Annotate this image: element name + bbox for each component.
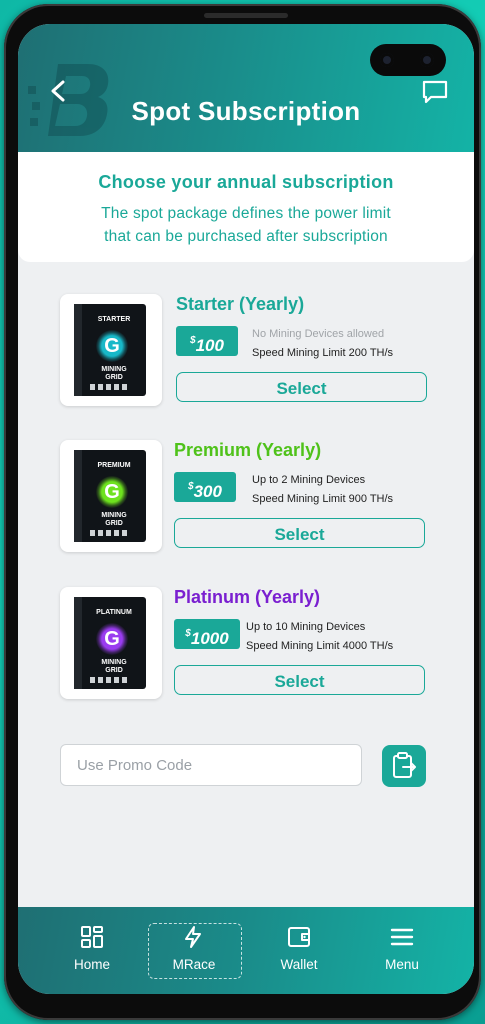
- box-brand: MINING GRID: [101, 512, 127, 527]
- bottom-navigation: Home MRace Wallet Menu: [18, 907, 474, 994]
- select-platinum-button[interactable]: Select: [174, 665, 425, 695]
- paste-promo-button[interactable]: [382, 745, 426, 787]
- menu-icon: [390, 928, 414, 946]
- app-screen: Spot Subscription Choose your annual sub…: [18, 24, 474, 994]
- starter-box: STARTER G MINING GRID: [74, 304, 146, 396]
- app-header: Spot Subscription: [18, 24, 474, 152]
- lightning-icon: [185, 926, 201, 948]
- nav-label: MRace: [172, 957, 216, 972]
- plan-speed-limit: Speed Mining Limit 200 TH/s: [252, 347, 394, 359]
- page-title: Spot Subscription: [131, 96, 361, 126]
- plan-card-premium: PREMIUM G MINING GRID Premium (Yearly) $3…: [60, 440, 430, 552]
- box-logo-letter: G: [104, 628, 120, 650]
- box-brand: MINING GRID: [101, 366, 127, 381]
- platinum-box: PLATINUM G MINING GRID: [74, 597, 146, 689]
- plan-devices: No Mining Devices allowed: [252, 328, 385, 340]
- plan-speed-limit: Speed Mining Limit 900 TH/s: [252, 493, 394, 505]
- price-badge: $100: [176, 326, 238, 356]
- nav-label: Menu: [385, 957, 419, 972]
- front-camera: [370, 44, 446, 76]
- intro-line-2: that can be purchased after subscription: [104, 228, 388, 245]
- plan-devices: Up to 10 Mining Devices: [246, 621, 366, 633]
- nav-label: Wallet: [280, 957, 318, 972]
- intro-card: Choose your annual subscription The spot…: [18, 152, 474, 262]
- product-box-image: STARTER G MINING GRID: [60, 294, 162, 406]
- box-label: PLATINUM: [96, 609, 132, 616]
- price-badge: $300: [174, 472, 236, 502]
- plan-card-platinum: PLATINUM G MINING GRID Platinum (Yearly) …: [60, 587, 430, 699]
- product-box-image: PLATINUM G MINING GRID: [60, 587, 162, 699]
- plan-card-starter: STARTER G MINING GRID Starter (Yearly) $1…: [60, 294, 430, 406]
- box-logo-letter: G: [104, 335, 120, 357]
- clipboard-paste-icon: [393, 752, 416, 778]
- plan-name: Platinum (Yearly): [174, 587, 321, 607]
- wallet-icon: [288, 927, 310, 947]
- intro-description: The spot package defines the power limit…: [68, 202, 424, 248]
- box-brand: MINING GRID: [101, 659, 127, 674]
- phone-frame: Spot Subscription Choose your annual sub…: [4, 4, 481, 1020]
- nav-item-home[interactable]: Home: [47, 907, 137, 994]
- premium-box: PREMIUM G MINING GRID: [74, 450, 146, 542]
- intro-heading: Choose your annual subscription: [98, 172, 394, 192]
- plan-devices: Up to 2 Mining Devices: [252, 474, 366, 486]
- box-label: PREMIUM: [97, 462, 131, 469]
- price-badge: $1000: [174, 619, 240, 649]
- earpiece-speaker: [204, 13, 288, 18]
- intro-line-1: The spot package defines the power limit: [101, 205, 391, 222]
- plan-speed-limit: Speed Mining Limit 4000 TH/s: [246, 640, 394, 652]
- product-box-image: PREMIUM G MINING GRID: [60, 440, 162, 552]
- box-label: STARTER: [97, 316, 131, 323]
- select-starter-button[interactable]: Select: [176, 372, 427, 402]
- grid-icon: [81, 926, 103, 948]
- chat-icon[interactable]: [422, 80, 448, 104]
- nav-item-menu[interactable]: Menu: [357, 907, 447, 994]
- nav-label: Home: [73, 957, 110, 972]
- box-logo-letter: G: [104, 481, 120, 503]
- select-premium-button[interactable]: Select: [174, 518, 425, 548]
- nav-item-mrace[interactable]: MRace: [144, 907, 242, 994]
- nav-item-wallet[interactable]: Wallet: [254, 907, 344, 994]
- promo-code-input[interactable]: [60, 744, 362, 786]
- plan-name: Premium (Yearly): [174, 440, 322, 460]
- plan-name: Starter (Yearly): [176, 294, 305, 314]
